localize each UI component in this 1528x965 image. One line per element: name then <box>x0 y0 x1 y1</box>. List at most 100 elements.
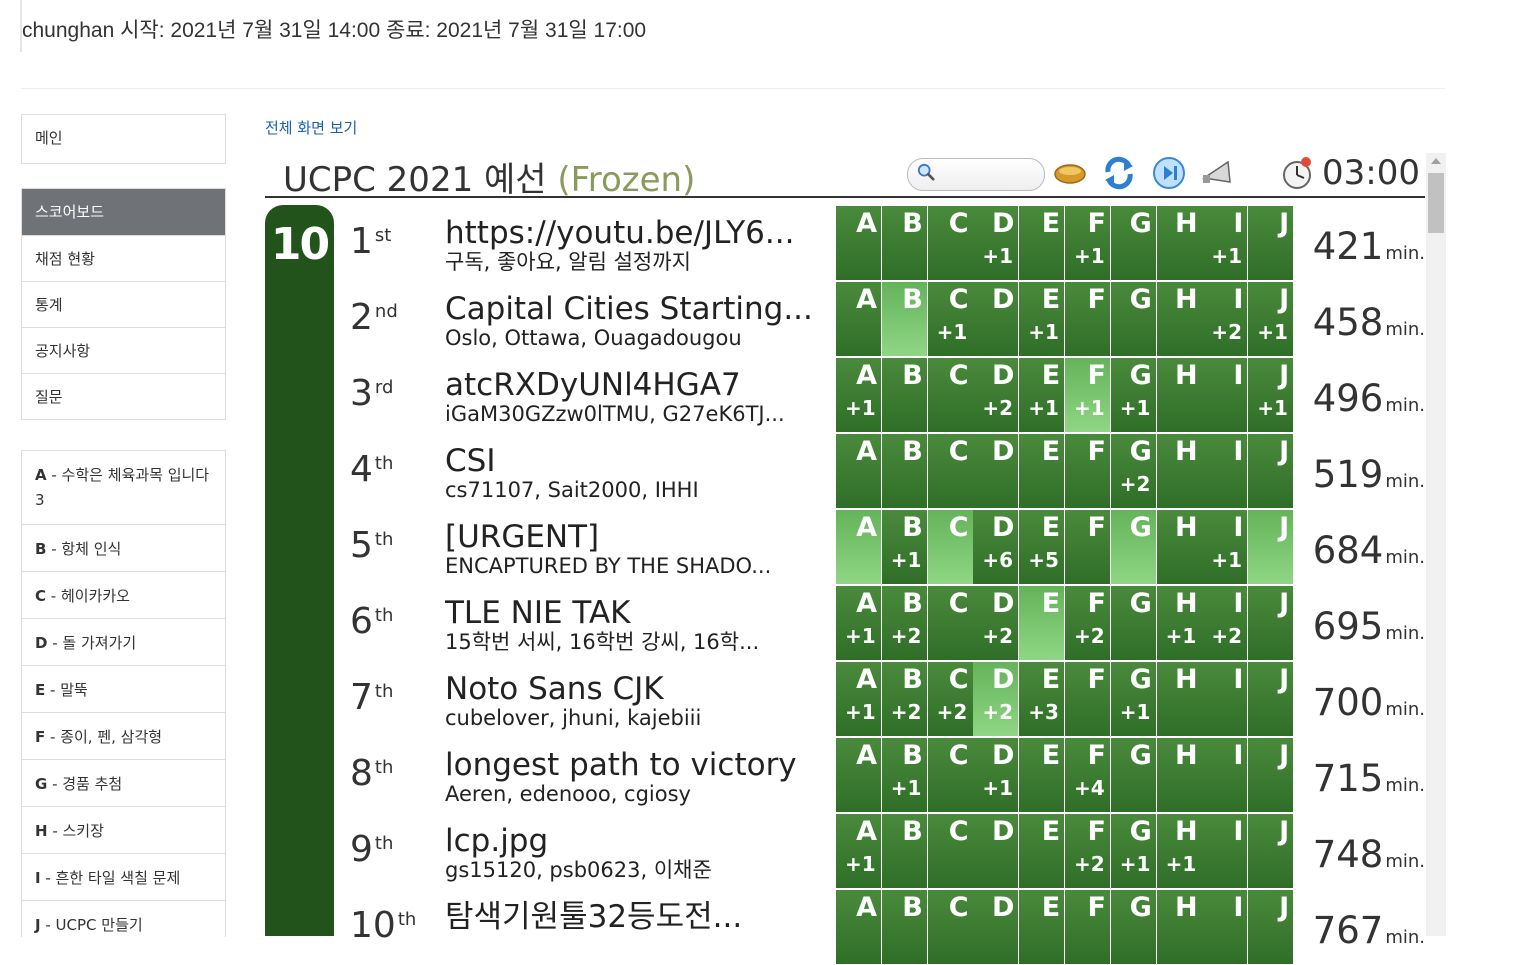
problem-letter: B <box>902 208 923 239</box>
divider <box>21 88 1445 89</box>
team-name: Capital Cities Starting... <box>445 291 813 327</box>
problem-cell: H <box>1156 358 1202 432</box>
scroll-up-arrow[interactable] <box>1431 158 1441 164</box>
problem-letter: E <box>1041 588 1061 619</box>
scrollbar[interactable] <box>1426 153 1446 936</box>
problem-letter: E <box>1041 892 1061 923</box>
attempt-count: +2 <box>982 396 1014 420</box>
problem-letter: A <box>856 436 877 467</box>
problem-id: C <box>35 587 47 605</box>
problem-link[interactable]: C - 헤이카카오 <box>22 571 225 618</box>
problem-cell: J <box>1248 890 1294 964</box>
problem-cell: J <box>1248 510 1294 584</box>
sidebar-menu: 스코어보드 채점 현황 통계 공지사항 질문 <box>21 188 226 420</box>
problem-letter: G <box>1129 360 1152 391</box>
rank-suffix: th <box>374 681 394 702</box>
problem-letter: C <box>948 284 969 315</box>
rank-number: 7 <box>350 677 373 718</box>
team-members: 구독, 좋아요, 알림 설정까지 <box>445 250 691 274</box>
problem-cell: D +2 <box>973 586 1019 660</box>
problem-cell: B +2 <box>881 662 927 736</box>
fullscreen-link[interactable]: 전체 화면 보기 <box>265 117 357 138</box>
team-name: https://youtu.be/JLY6... <box>445 215 795 251</box>
rank-number: 3 <box>350 373 373 414</box>
team-name: lcp.jpg <box>445 823 549 859</box>
problem-cell: B +1 <box>881 738 927 812</box>
rank-number: 8 <box>350 753 373 794</box>
team-rank: 3rd <box>350 373 393 414</box>
problem-letter: C <box>948 664 969 695</box>
problem-cell: E <box>1019 586 1065 660</box>
sidebar-menu-item[interactable]: 통계 <box>22 281 225 327</box>
sidebar-menu-item[interactable]: 스코어보드 <box>22 189 225 235</box>
team-row: 1st https://youtu.be/JLY6... 구독, 좋아요, 알림 설… <box>335 205 1425 281</box>
problem-letter: G <box>1129 284 1152 315</box>
problem-cell: I +1 <box>1202 206 1248 280</box>
problem-cell: F +2 <box>1065 814 1110 888</box>
problem-link[interactable]: I - 흔한 타일 색칠 문제 <box>22 853 225 900</box>
problem-link[interactable]: G - 경품 추첨 <box>22 759 225 806</box>
problem-cell: J +1 <box>1248 358 1294 432</box>
team-rank: 2nd <box>350 297 398 338</box>
sidebar-item-main[interactable]: 메인 <box>22 115 225 163</box>
ball-icon[interactable] <box>1053 156 1087 190</box>
problem-link[interactable]: E - 말뚝 <box>22 665 225 712</box>
problem-cell: D <box>973 890 1019 964</box>
team-rank: 10th <box>350 905 416 946</box>
problem-cell: C <box>927 738 973 812</box>
problem-letter: F <box>1087 664 1106 695</box>
problem-cell: E +1 <box>1019 282 1065 356</box>
problem-letter: H <box>1174 208 1198 239</box>
scoreboard-title: UCPC 2021 예선 (Frozen) <box>283 152 695 201</box>
sidebar-menu-item[interactable]: 질문 <box>22 373 225 419</box>
attempt-count: +2 <box>1119 472 1151 496</box>
rank-suffix: rd <box>374 377 394 398</box>
problem-letter: B <box>902 436 923 467</box>
sidebar-menu-item[interactable]: 공지사항 <box>22 327 225 373</box>
penalty-value: 715 <box>1312 757 1384 800</box>
problem-cell: J <box>1248 434 1294 508</box>
problem-id: B <box>35 540 47 558</box>
problem-letter: D <box>991 208 1015 239</box>
team-row: 8th longest path to victory Aeren, edenooo… <box>335 737 1425 813</box>
attempt-count: +1 <box>845 700 876 724</box>
megaphone-icon[interactable] <box>1200 156 1234 190</box>
team-row: 3rd atcRXDyUNl4HGA7 iGaM30GZzw0lTMU, G27eK… <box>335 357 1425 433</box>
team-name: atcRXDyUNl4HGA7 <box>445 367 741 403</box>
problem-letter: C <box>948 436 969 467</box>
problem-letter: I <box>1233 284 1244 315</box>
problem-cell: A <box>836 890 881 964</box>
problem-link[interactable]: J - UCPC 만들기 <box>22 900 225 937</box>
problem-letter: E <box>1041 284 1061 315</box>
attempt-count: +4 <box>1074 776 1105 800</box>
penalty-value: 684 <box>1312 529 1384 572</box>
team-row: 9th lcp.jpg gs15120, psb0623, 이채준 A +1 B C D E F +… <box>335 813 1425 889</box>
sidebar-menu-item[interactable]: 채점 현황 <box>22 235 225 281</box>
problem-link[interactable]: A - 수학은 체육과목 입니다 3 <box>22 451 225 524</box>
problem-link[interactable]: B - 항체 인식 <box>22 524 225 571</box>
scroll-thumb[interactable] <box>1428 173 1444 233</box>
problem-link[interactable]: F - 종이, 펜, 삼각형 <box>22 712 225 759</box>
problem-letter: A <box>856 360 877 391</box>
problem-link[interactable]: D - 돌 가져가기 <box>22 618 225 665</box>
rank-number: 2 <box>350 297 373 338</box>
problem-link[interactable]: H - 스키장 <box>22 806 225 853</box>
problem-cell: G <box>1110 206 1156 280</box>
problem-cell: C <box>927 434 973 508</box>
problem-letter: J <box>1279 512 1290 543</box>
play-icon[interactable] <box>1152 156 1186 190</box>
problem-letter: H <box>1174 360 1198 391</box>
team-members: cs71107, Sait2000, IHHI <box>445 478 699 502</box>
problem-letter: G <box>1129 588 1152 619</box>
refresh-icon[interactable] <box>1102 156 1136 190</box>
problem-cell: J <box>1248 586 1294 660</box>
search-input[interactable] <box>907 158 1045 191</box>
attempt-count: +1 <box>1074 396 1105 420</box>
problem-letter: E <box>1041 816 1061 847</box>
problem-cell: G <box>1110 510 1156 584</box>
problem-letter: J <box>1279 436 1290 467</box>
problem-letter: E <box>1041 664 1061 695</box>
attempt-count: +2 <box>982 700 1014 724</box>
problem-id: D <box>35 634 48 652</box>
problem-cell: I <box>1202 358 1248 432</box>
